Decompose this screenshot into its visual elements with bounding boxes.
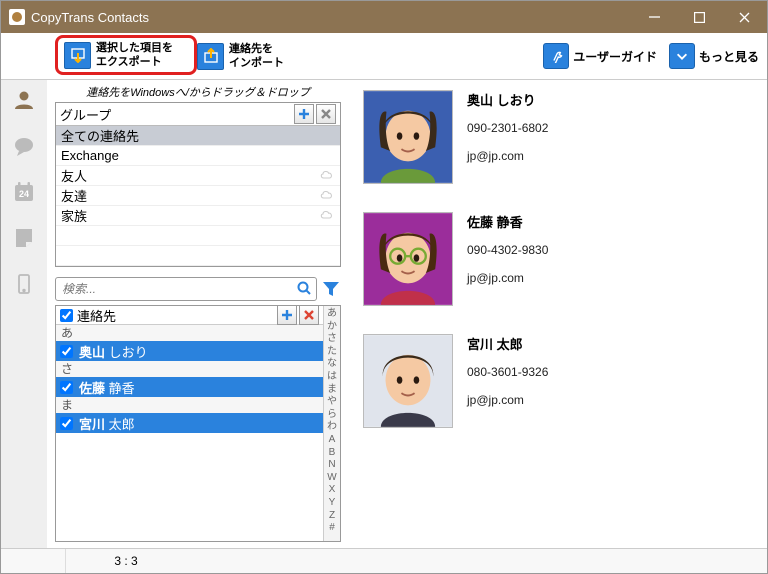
contact-row[interactable]: 佐藤 静香 — [56, 377, 323, 397]
sidebar-notes-icon[interactable] — [10, 224, 38, 252]
sidebar: 24 — [1, 80, 47, 548]
contact-name: 宮川 太郎 — [467, 334, 548, 353]
index-letter[interactable]: ま — [327, 384, 337, 397]
index-letter[interactable]: N — [328, 459, 335, 472]
list-separator: ま — [56, 397, 323, 413]
search-box[interactable] — [55, 277, 317, 301]
search-input[interactable] — [60, 281, 296, 297]
export-highlight: 選択した項目をエクスポート — [55, 35, 197, 76]
group-item[interactable]: 友人 — [56, 166, 340, 186]
status-count: 3 : 3 — [66, 554, 186, 568]
contact-card: 佐藤 静香 090-4302-9830 jp@jp.com — [363, 212, 753, 306]
window-title: CopyTrans Contacts — [31, 10, 632, 25]
export-button[interactable]: 選択した項目をエクスポート — [64, 41, 173, 70]
status-bar: 3 : 3 — [1, 548, 767, 573]
index-letter[interactable]: Y — [329, 497, 336, 510]
avatar — [363, 90, 453, 184]
index-letter[interactable]: さ — [327, 333, 337, 346]
chevron-down-icon — [669, 43, 695, 69]
export-l1: 選択した項目を — [96, 42, 173, 54]
index-bar[interactable]: あかさたなはまやらわABNWXYZ# — [323, 306, 340, 541]
group-item[interactable]: Exchange — [56, 146, 340, 166]
contact-email: jp@jp.com — [467, 271, 548, 285]
group-item[interactable]: 家族 — [56, 206, 340, 226]
titlebar: CopyTrans Contacts — [1, 1, 767, 33]
more-label: もっと見る — [699, 48, 759, 65]
group-item[interactable]: 全ての連絡先 — [56, 126, 340, 146]
maximize-button[interactable] — [677, 1, 722, 33]
list-separator: あ — [56, 325, 323, 341]
contact-delete-button[interactable] — [299, 306, 319, 325]
sidebar-device-icon[interactable] — [10, 270, 38, 298]
row-checkbox[interactable] — [60, 345, 73, 358]
contacts-header: 連絡先 — [77, 306, 275, 325]
contact-phone: 090-2301-6802 — [467, 121, 548, 135]
cloud-icon — [319, 208, 335, 223]
minimize-button[interactable] — [632, 1, 677, 33]
cloud-icon — [319, 188, 335, 203]
index-letter[interactable]: # — [329, 522, 335, 535]
import-button[interactable]: 連絡先をインポート — [197, 42, 284, 71]
group-add-button[interactable] — [294, 104, 314, 124]
contact-row[interactable]: 奥山 しおり — [56, 341, 323, 361]
sidebar-messages-icon[interactable] — [10, 132, 38, 160]
index-letter[interactable]: た — [327, 346, 337, 359]
sidebar-calendar-icon[interactable]: 24 — [10, 178, 38, 206]
contact-email: jp@jp.com — [467, 149, 548, 163]
row-checkbox[interactable] — [60, 381, 73, 394]
contact-email: jp@jp.com — [467, 393, 548, 407]
index-letter[interactable]: な — [327, 358, 337, 371]
contact-row[interactable]: 宮川 太郎 — [56, 413, 323, 433]
index-letter[interactable]: W — [327, 472, 336, 485]
contact-phone: 080-3601-9326 — [467, 365, 548, 379]
index-letter[interactable]: は — [327, 371, 337, 384]
import-l1: 連絡先を — [229, 43, 273, 55]
more-button[interactable]: もっと見る — [669, 43, 759, 69]
userguide-label: ユーザーガイド — [573, 48, 657, 65]
contact-card: 宮川 太郎 080-3601-9326 jp@jp.com — [363, 334, 753, 428]
wrench-icon — [543, 43, 569, 69]
app-icon — [9, 9, 25, 25]
avatar — [363, 212, 453, 306]
export-l2: エクスポート — [96, 56, 162, 68]
groups-panel: グループ 全ての連絡先Exchange友人友達家族 — [55, 102, 341, 267]
index-letter[interactable]: や — [327, 396, 337, 409]
group-item[interactable]: 友達 — [56, 186, 340, 206]
index-letter[interactable]: Z — [329, 510, 335, 523]
index-letter[interactable]: か — [327, 321, 337, 334]
userguide-button[interactable]: ユーザーガイド — [543, 43, 657, 69]
index-letter[interactable]: A — [329, 434, 336, 447]
close-button[interactable] — [722, 1, 767, 33]
dnd-hint: 連絡先をWindowsへ/からドラッグ＆ドロップ — [47, 84, 349, 100]
contact-phone: 090-4302-9830 — [467, 243, 548, 257]
detail-column: 奥山 しおり 090-2301-6802 jp@jp.com 佐藤 静香 090-430… — [349, 80, 767, 548]
import-icon — [197, 43, 224, 70]
groups-header: グループ — [60, 105, 292, 124]
avatar — [363, 334, 453, 428]
contacts-panel: 連絡先 あ奥山 しおりさ佐藤 静香ま宮川 太郎 あかさたなはまやらわABNWXY… — [55, 305, 341, 542]
toolbar: 選択した項目をエクスポート 連絡先をインポート ユーザーガイド もっと見る — [1, 33, 767, 80]
sidebar-contacts-icon[interactable] — [10, 86, 38, 114]
contact-card: 奥山 しおり 090-2301-6802 jp@jp.com — [363, 90, 753, 184]
select-all-checkbox[interactable] — [60, 309, 73, 322]
import-l2: インポート — [229, 57, 284, 69]
row-checkbox[interactable] — [60, 417, 73, 430]
index-letter[interactable]: わ — [327, 421, 337, 434]
index-letter[interactable]: ら — [327, 409, 337, 422]
main-column: 連絡先をWindowsへ/からドラッグ＆ドロップ グループ 全ての連絡先Exch… — [47, 80, 349, 548]
cloud-icon — [319, 168, 335, 183]
contact-name: 奥山 しおり — [467, 90, 548, 109]
contact-name: 佐藤 静香 — [467, 212, 548, 231]
index-letter[interactable]: X — [329, 484, 336, 497]
filter-icon[interactable] — [321, 280, 341, 298]
export-icon — [64, 42, 91, 69]
group-delete-button[interactable] — [316, 104, 336, 124]
list-separator: さ — [56, 361, 323, 377]
index-letter[interactable]: B — [329, 447, 336, 460]
contact-add-button[interactable] — [277, 306, 297, 325]
search-icon[interactable] — [296, 280, 312, 299]
index-letter[interactable]: あ — [327, 308, 337, 321]
